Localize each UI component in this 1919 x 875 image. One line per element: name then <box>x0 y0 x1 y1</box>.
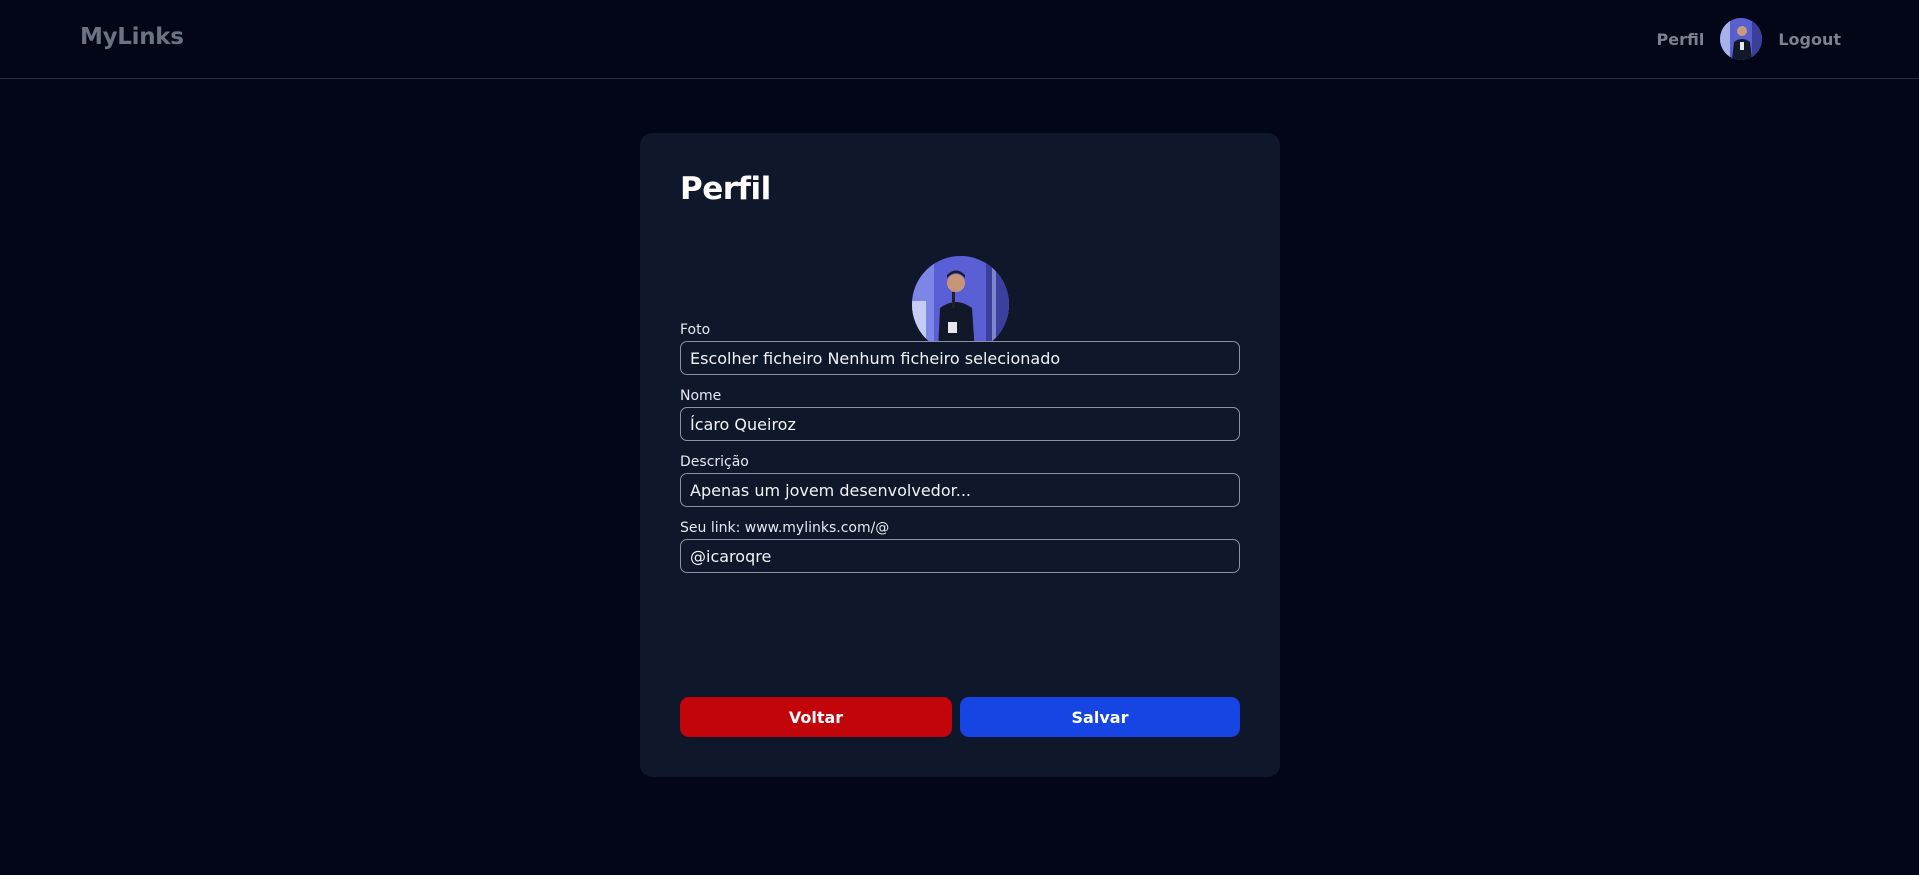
nav-profile-link[interactable]: Perfil <box>1657 30 1705 49</box>
profile-photo <box>912 256 1009 353</box>
brand-logo[interactable]: MyLinks <box>80 24 184 50</box>
description-label: Descrição <box>680 454 749 470</box>
description-input[interactable] <box>680 473 1240 507</box>
back-button[interactable]: Voltar <box>680 697 952 737</box>
profile-photo-icon <box>912 256 1009 353</box>
name-label: Nome <box>680 388 722 404</box>
link-input[interactable] <box>680 539 1240 573</box>
name-input[interactable] <box>680 407 1240 441</box>
photo-label: Foto <box>680 322 711 338</box>
file-status-text: Nenhum ficheiro selecionado <box>827 348 1061 368</box>
profile-card: Perfil Foto Escolher ficheiro Nenhum fic… <box>640 133 1280 777</box>
photo-file-input[interactable]: Escolher ficheiro Nenhum ficheiro seleci… <box>680 341 1240 375</box>
link-label: Seu link: www.mylinks.com/@ <box>680 520 890 536</box>
page-title: Perfil <box>680 171 771 207</box>
avatar-photo-icon <box>1720 18 1763 60</box>
nav-logout-link[interactable]: Logout <box>1778 30 1841 49</box>
top-navbar: MyLinks Perfil Logout <box>0 0 1919 79</box>
user-avatar-icon[interactable] <box>1720 18 1763 60</box>
nav-menu: Perfil Logout <box>1657 18 1841 60</box>
save-button[interactable]: Salvar <box>960 697 1240 737</box>
choose-file-button[interactable]: Escolher ficheiro <box>690 349 822 368</box>
